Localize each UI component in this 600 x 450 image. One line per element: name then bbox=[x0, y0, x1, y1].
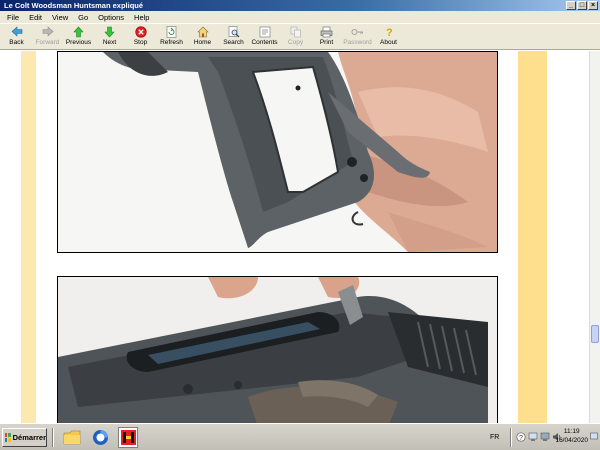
clock-time: 11:19 bbox=[563, 428, 580, 435]
window-title: Le Colt Woodsman Huntsman expliqué bbox=[4, 1, 144, 10]
back-button[interactable]: Back bbox=[1, 24, 32, 49]
contents-label: Contents bbox=[251, 39, 278, 46]
forward-label: Forward bbox=[35, 39, 60, 46]
home-label: Home bbox=[193, 39, 212, 46]
menu-file[interactable]: File bbox=[2, 13, 24, 22]
toolbar: Back Forward Previous Next Stop Refresh bbox=[0, 23, 600, 50]
password-button[interactable]: Password bbox=[342, 24, 373, 49]
stop-icon bbox=[134, 25, 148, 38]
title-bar: Le Colt Woodsman Huntsman expliqué _ □ × bbox=[0, 0, 600, 11]
clock[interactable]: 11:19 16/04/2020 bbox=[555, 427, 588, 445]
menu-bar: File Edit View Go Options Help bbox=[0, 11, 600, 23]
about-icon: ? bbox=[382, 25, 396, 38]
close-button[interactable]: × bbox=[588, 1, 598, 10]
menu-go[interactable]: Go bbox=[73, 13, 93, 22]
password-label: Password bbox=[343, 39, 372, 46]
print-label: Print bbox=[319, 39, 334, 46]
monitor-icon[interactable] bbox=[540, 432, 550, 444]
up-arrow-icon bbox=[72, 25, 86, 38]
windows-logo-icon bbox=[5, 433, 11, 442]
about-label: About bbox=[380, 39, 397, 46]
contents-icon bbox=[258, 25, 272, 38]
minimize-button[interactable]: _ bbox=[566, 1, 576, 10]
scrollbar-thumb[interactable] bbox=[591, 325, 599, 343]
language-indicator[interactable]: FR bbox=[490, 434, 506, 441]
window-controls: _ □ × bbox=[566, 1, 598, 10]
copy-icon bbox=[289, 25, 303, 38]
search-label: Search bbox=[223, 39, 244, 46]
refresh-button[interactable]: Refresh bbox=[156, 24, 187, 49]
refresh-label: Refresh bbox=[160, 39, 183, 46]
forward-button[interactable]: Forward bbox=[32, 24, 63, 49]
key-icon bbox=[351, 25, 365, 38]
show-desktop-icon[interactable] bbox=[590, 432, 598, 444]
home-button[interactable]: Home bbox=[187, 24, 218, 49]
help-tray-icon[interactable]: ? bbox=[516, 432, 526, 444]
network-icon[interactable] bbox=[528, 432, 538, 444]
next-button[interactable]: Next bbox=[94, 24, 125, 49]
photo-slide-closeup bbox=[57, 276, 498, 423]
about-button[interactable]: ? About bbox=[373, 24, 404, 49]
menu-help[interactable]: Help bbox=[129, 13, 154, 22]
back-arrow-icon bbox=[10, 25, 24, 38]
maximize-button[interactable]: □ bbox=[577, 1, 587, 10]
forward-arrow-icon bbox=[41, 25, 55, 38]
back-label: Back bbox=[9, 39, 24, 46]
taskbar-separator bbox=[52, 428, 54, 447]
stop-label: Stop bbox=[133, 39, 148, 46]
svg-text:?: ? bbox=[519, 435, 523, 442]
contents-button[interactable]: Contents bbox=[249, 24, 280, 49]
start-label: Démarrer bbox=[12, 433, 46, 442]
tray-separator bbox=[510, 428, 512, 447]
taskbar: Démarrer FR ? 11:19 16/04/2020 bbox=[0, 423, 600, 450]
down-arrow-icon bbox=[103, 25, 117, 38]
menu-options[interactable]: Options bbox=[93, 13, 129, 22]
stop-button[interactable]: Stop bbox=[125, 24, 156, 49]
browser-icon[interactable] bbox=[90, 427, 110, 448]
menu-view[interactable]: View bbox=[47, 13, 73, 22]
copy-label: Copy bbox=[287, 39, 304, 46]
svg-text:?: ? bbox=[386, 27, 393, 38]
left-decorative-band bbox=[21, 51, 36, 423]
right-decorative-band bbox=[518, 51, 547, 423]
clock-date: 16/04/2020 bbox=[555, 437, 588, 444]
print-icon bbox=[320, 25, 334, 38]
help-viewer-task-icon[interactable] bbox=[118, 427, 138, 448]
menu-edit[interactable]: Edit bbox=[24, 13, 47, 22]
refresh-icon bbox=[165, 25, 179, 38]
photo-frame-held bbox=[57, 51, 498, 253]
next-label: Next bbox=[102, 39, 117, 46]
previous-label: Previous bbox=[65, 39, 92, 46]
file-explorer-icon[interactable] bbox=[62, 427, 82, 448]
print-button[interactable]: Print bbox=[311, 24, 342, 49]
copy-button[interactable]: Copy bbox=[280, 24, 311, 49]
search-button[interactable]: Search bbox=[218, 24, 249, 49]
page-content bbox=[0, 51, 589, 423]
search-icon bbox=[227, 25, 241, 38]
previous-button[interactable]: Previous bbox=[63, 24, 94, 49]
vertical-scrollbar[interactable] bbox=[589, 51, 600, 423]
start-button[interactable]: Démarrer bbox=[2, 428, 47, 447]
home-icon bbox=[196, 25, 210, 38]
system-tray: FR ? 11:19 16/04/2020 bbox=[490, 427, 598, 448]
